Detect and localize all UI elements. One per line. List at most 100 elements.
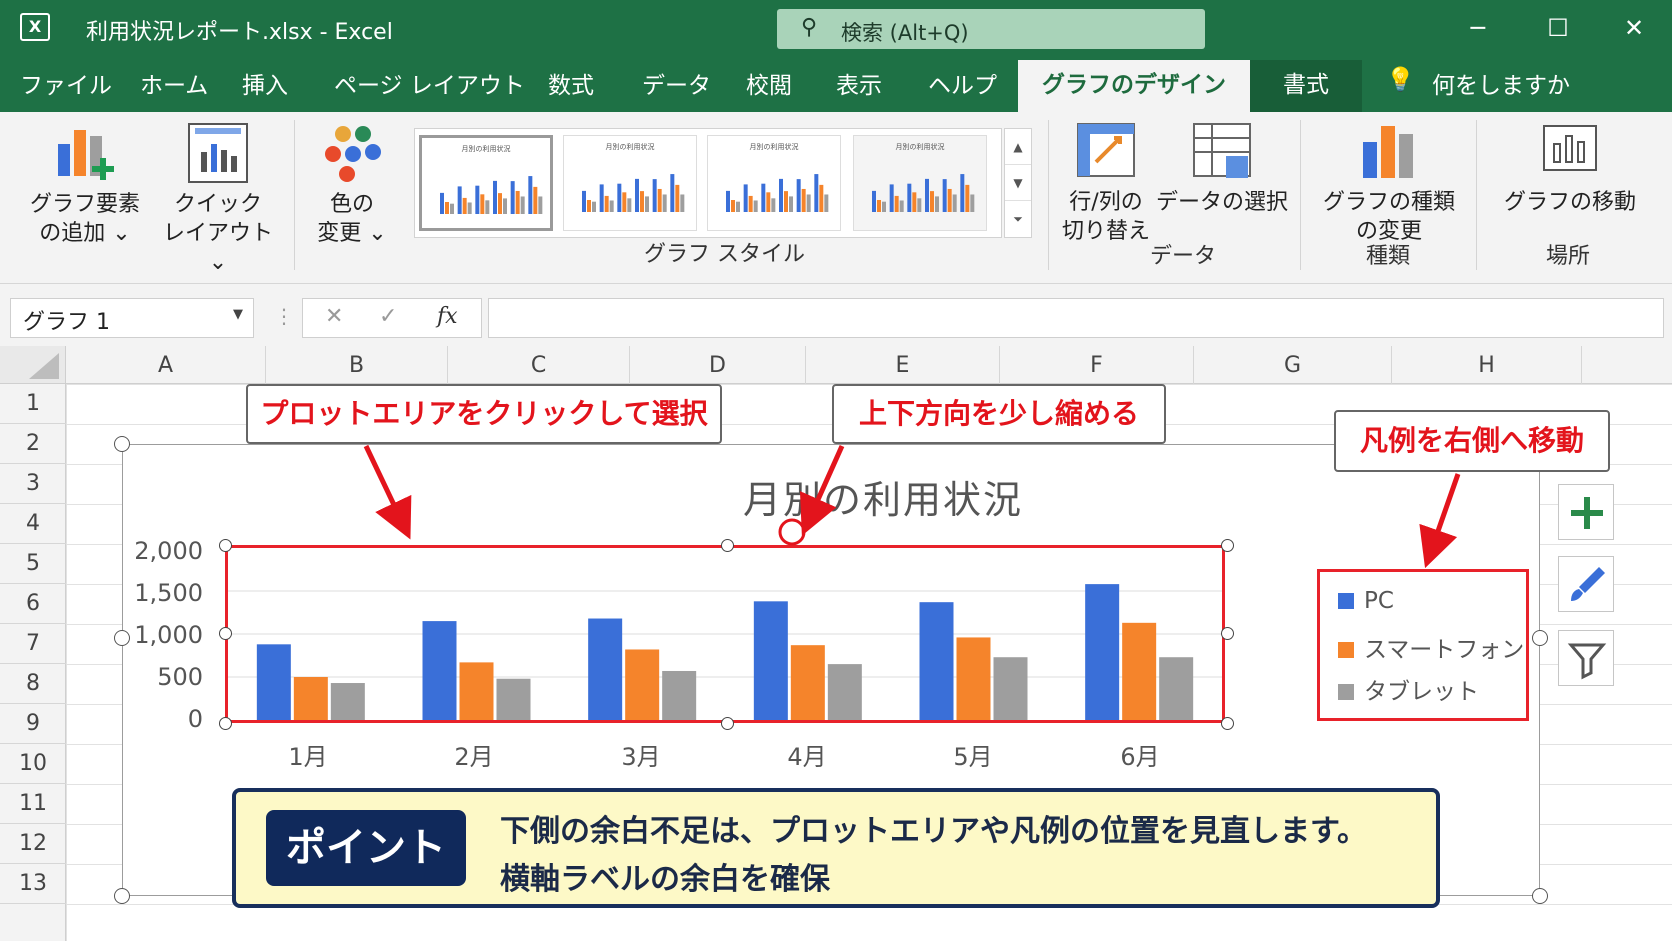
chevron-down-icon[interactable]: ▼ [233, 307, 243, 322]
resize-handle[interactable] [114, 888, 130, 904]
enter-icon[interactable]: ✓ [379, 304, 397, 329]
row-header[interactable]: 2 [0, 424, 66, 464]
row-header[interactable]: 11 [0, 784, 66, 824]
switch-row-column-button[interactable]: 行/列の 切り替え [1060, 122, 1152, 246]
plot-handle[interactable] [219, 627, 232, 640]
search-box[interactable]: ⚲ 検索 (Alt+Q) [777, 9, 1205, 49]
bar-スマートフォン-5月[interactable] [956, 637, 991, 720]
quick-layout-button[interactable]: クイック レイアウト ⌄ [156, 122, 280, 277]
row-header[interactable]: 8 [0, 664, 66, 704]
bar-PC-1月[interactable] [256, 644, 291, 720]
add-chart-element-button[interactable]: グラフ要素 の追加 ⌄ [26, 122, 144, 248]
plot-handle[interactable] [219, 539, 232, 552]
chart-style-thumb-1[interactable]: 月別の利用状況 [419, 135, 553, 231]
tab-file[interactable]: ファイル [20, 66, 112, 100]
row-header[interactable]: 6 [0, 584, 66, 624]
tab-home[interactable]: ホーム [140, 66, 208, 100]
chart-filters-button[interactable] [1558, 630, 1614, 686]
close-button[interactable]: ✕ [1614, 10, 1654, 46]
bar-タブレット-1月[interactable] [330, 683, 365, 720]
resize-handle[interactable] [1532, 888, 1548, 904]
gallery-down-icon[interactable]: ▼ [1005, 165, 1031, 201]
move-chart-button[interactable]: グラフの移動 [1496, 122, 1644, 217]
select-all-button[interactable] [0, 346, 66, 384]
bar-タブレット-2月[interactable] [496, 678, 531, 720]
column-header[interactable]: G [1194, 346, 1392, 384]
insert-function-icon[interactable]: fx [437, 304, 458, 329]
row-header[interactable]: 7 [0, 624, 66, 664]
bar-PC-3月[interactable] [588, 618, 623, 720]
column-header[interactable]: E [806, 346, 1000, 384]
bar-スマートフォン-2月[interactable] [459, 662, 494, 720]
minimize-button[interactable]: ─ [1458, 10, 1498, 46]
plot-handle[interactable] [1221, 539, 1234, 552]
tab-formulas[interactable]: 数式 [548, 66, 594, 100]
plot-handle[interactable] [219, 717, 232, 730]
row-header[interactable]: 3 [0, 464, 66, 504]
change-colors-button[interactable]: 色の 変更 ⌄ [306, 122, 398, 248]
legend[interactable]: PC スマートフォン タブレット [1317, 569, 1529, 721]
bar-スマートフォン-4月[interactable] [790, 645, 825, 720]
bar-スマートフォン-1月[interactable] [293, 677, 328, 720]
row-header[interactable]: 13 [0, 864, 66, 904]
column-header[interactable]: D [630, 346, 806, 384]
tab-insert[interactable]: 挿入 [242, 66, 288, 100]
tab-view[interactable]: 表示 [836, 66, 882, 100]
chart-style-thumb-4[interactable]: 月別の利用状況 [853, 135, 987, 231]
maximize-button[interactable]: ☐ [1538, 10, 1578, 46]
name-box[interactable]: グラフ 1 ▼ [10, 298, 254, 338]
plot-handle[interactable] [721, 539, 734, 552]
bar-タブレット-6月[interactable] [1159, 657, 1194, 720]
row-header[interactable]: 9 [0, 704, 66, 744]
tab-data[interactable]: データ [642, 66, 711, 100]
column-header[interactable]: F [1000, 346, 1194, 384]
bar-PC-6月[interactable] [1085, 584, 1120, 720]
tab-review[interactable]: 校閲 [746, 66, 792, 100]
plot-handle[interactable] [1221, 627, 1234, 640]
row-header[interactable]: 5 [0, 544, 66, 584]
plot-handle[interactable] [721, 717, 734, 730]
gallery-more-icon[interactable]: ⏷ [1005, 201, 1031, 237]
bar-タブレット-3月[interactable] [662, 670, 697, 720]
row-header[interactable]: 4 [0, 504, 66, 544]
tell-me-box[interactable]: 何をしますか [1432, 66, 1570, 100]
lightbulb-icon[interactable]: 💡 [1386, 66, 1415, 93]
tab-page-layout[interactable]: ページ レイアウト [334, 66, 525, 100]
bar-PC-5月[interactable] [919, 602, 954, 720]
chart-style-thumb-2[interactable]: 月別の利用状況 [563, 135, 697, 231]
plot-area[interactable] [225, 545, 1225, 723]
change-chart-type-button[interactable]: グラフの種類 の変更 [1316, 122, 1462, 246]
bar-タブレット-5月[interactable] [993, 657, 1028, 720]
row-header[interactable]: 1 [0, 384, 66, 424]
row-header[interactable]: 10 [0, 744, 66, 784]
cancel-icon[interactable]: ✕ [325, 304, 343, 329]
select-data-button[interactable]: データの選択 [1156, 122, 1288, 217]
chart-style-thumb-3[interactable]: 月別の利用状況 [707, 135, 841, 231]
resize-handle[interactable] [1532, 630, 1548, 646]
column-header[interactable]: B [266, 346, 448, 384]
gallery-up-icon[interactable]: ▲ [1005, 129, 1031, 165]
excel-icon[interactable]: X [20, 13, 50, 41]
resize-handle[interactable] [114, 436, 130, 452]
plot-handle[interactable] [1221, 717, 1234, 730]
chart-title[interactable]: 月別の利用状況 [743, 469, 1023, 524]
name-box-value: グラフ 1 [23, 310, 110, 335]
tab-format[interactable]: 書式 [1250, 60, 1362, 112]
tab-help[interactable]: ヘルプ [928, 66, 997, 100]
chart-styles-button[interactable] [1558, 556, 1614, 612]
row-header[interactable]: 12 [0, 824, 66, 864]
column-header[interactable]: H [1392, 346, 1582, 384]
formula-input[interactable] [488, 298, 1664, 338]
mini-bar [450, 203, 454, 214]
bar-スマートフォン-6月[interactable] [1122, 622, 1157, 720]
column-header[interactable]: A [66, 346, 266, 384]
bar-PC-4月[interactable] [753, 601, 788, 720]
resize-handle[interactable] [114, 630, 130, 646]
bar-タブレット-4月[interactable] [827, 664, 862, 720]
bar-PC-2月[interactable] [422, 621, 457, 720]
bar-スマートフォン-3月[interactable] [625, 649, 660, 720]
column-header[interactable]: C [448, 346, 630, 384]
chart-elements-button[interactable] [1558, 484, 1614, 540]
chart-style-thumb-title: 月別の利用状況 [895, 143, 945, 151]
tab-chart-design[interactable]: グラフのデザイン [1018, 60, 1250, 112]
